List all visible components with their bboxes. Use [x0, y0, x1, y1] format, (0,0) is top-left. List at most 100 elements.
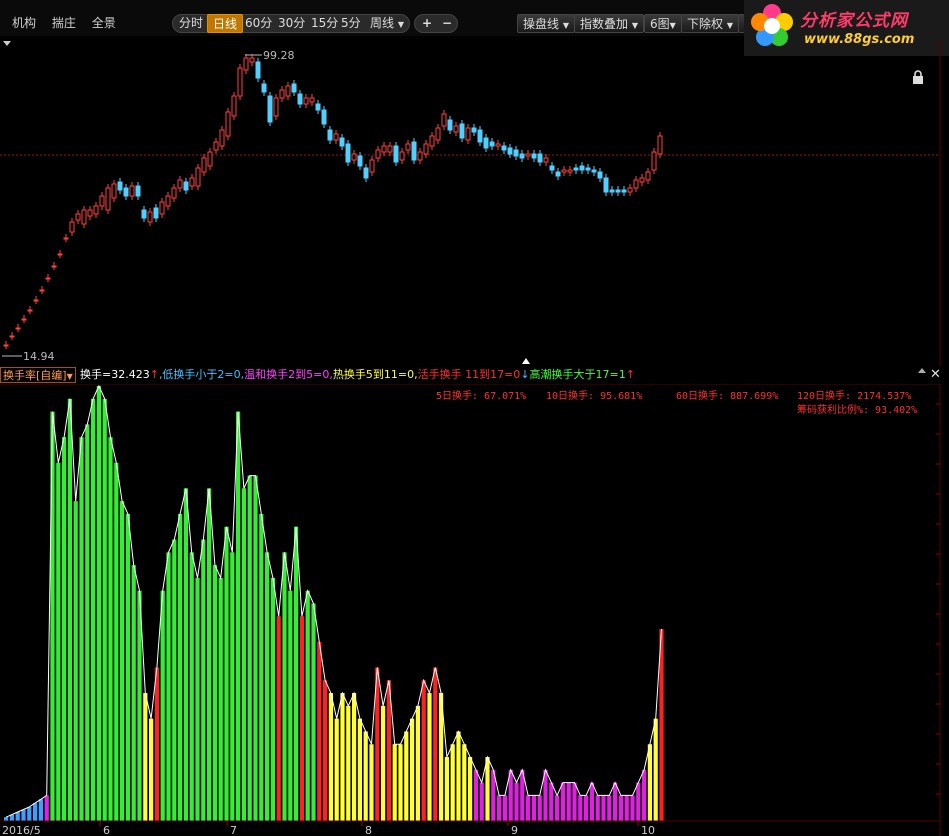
turnover-bar: [346, 705, 351, 821]
turnover-bar: [613, 782, 618, 821]
turnover-bar: [189, 552, 194, 821]
candle-body: [255, 61, 261, 79]
turnover-bar: [328, 693, 333, 821]
candle-body: [489, 141, 495, 147]
lock-icon[interactable]: [911, 70, 925, 84]
turnover-bar: [96, 386, 101, 821]
turnover-bar: [415, 705, 420, 821]
indicator-name-select[interactable]: 换手率[自编]▼: [0, 367, 76, 383]
turnover-bar: [154, 667, 159, 821]
candle-body: [627, 187, 633, 193]
turnover-bar: [473, 769, 478, 821]
turnover-bar: [79, 437, 84, 821]
turnover-bar: [108, 437, 113, 821]
candle-body: [9, 335, 15, 338]
turnover-value: 换手=32.423: [80, 368, 150, 381]
turnover-bar: [265, 552, 270, 821]
candle-body: [615, 189, 621, 193]
candle-body: [411, 141, 417, 161]
x-label-6: 6: [103, 824, 110, 836]
turnover-bar: [102, 398, 107, 821]
turnover-bar: [607, 795, 612, 821]
candle-body: [657, 135, 663, 155]
turnover-bar: [207, 488, 212, 821]
candle-body: [561, 169, 567, 173]
candle-body: [435, 127, 441, 141]
candle-body: [531, 153, 537, 159]
candle-body: [297, 93, 303, 105]
candle-body: [387, 145, 393, 153]
turnover-bar: [4, 817, 9, 821]
turnover-bar: [21, 809, 26, 821]
triangle-up-icon[interactable]: [918, 368, 926, 373]
turnover-bar: [311, 603, 316, 821]
turnover-bar: [236, 411, 241, 821]
candle-body: [477, 129, 483, 143]
candle-body: [567, 169, 573, 173]
candle-body: [345, 143, 351, 163]
turnover-bar: [305, 590, 310, 821]
candle-body: [33, 299, 39, 302]
candle-body: [69, 221, 75, 233]
turnover-bar: [241, 488, 246, 821]
candle-body: [633, 179, 639, 189]
turnover-bar: [340, 693, 345, 821]
candle-body: [219, 129, 225, 147]
candle-body: [423, 143, 429, 155]
turnover-bar: [589, 782, 594, 821]
turnover-bar: [27, 806, 32, 821]
close-icon[interactable]: ✕: [930, 367, 941, 383]
turnover-bar: [595, 795, 600, 821]
x-label-10: 10: [641, 824, 655, 836]
turnover-bar: [50, 411, 55, 821]
candle-body: [549, 165, 555, 171]
turnover-bar: [572, 782, 577, 821]
candle-body: [63, 237, 69, 240]
candle-body: [447, 119, 453, 131]
turnover-bar: [647, 744, 652, 821]
turnover-bar: [218, 577, 223, 821]
turnover-bar: [62, 437, 67, 821]
candle-body: [279, 89, 285, 99]
candle-body: [525, 153, 531, 157]
candle-body: [417, 151, 423, 161]
active-turnover-count: 活手换手 11到17=0: [417, 368, 521, 381]
turnover-bar: [288, 590, 293, 821]
turnover-bar: [555, 795, 560, 821]
candle-body: [261, 83, 267, 93]
turnover-bar: [178, 513, 183, 821]
candle-body: [213, 141, 219, 151]
indicator-values: 换手=32.423↑,低换手小于2=0,温和换手2到5=0,热换手5到11=0,…: [80, 367, 635, 383]
candle-body: [189, 177, 195, 187]
candle-body: [87, 209, 93, 217]
candle-body: [291, 83, 297, 93]
candle-body: [165, 195, 171, 207]
hot-turnover-count: 热换手5到11=0,: [332, 368, 418, 381]
arrow-down-icon: [522, 358, 530, 364]
turnover-bar: [381, 705, 386, 821]
turnover-bar: [195, 577, 200, 821]
candle-body: [363, 167, 369, 179]
turnover-bar: [33, 803, 38, 821]
candle-body: [75, 213, 81, 221]
low-price-label: 14.94: [23, 350, 55, 363]
candle-body: [327, 129, 333, 141]
turnover-bar: [398, 744, 403, 821]
turnover-bar: [502, 795, 507, 821]
turnover-bar: [44, 795, 49, 821]
turnover-bar: [410, 718, 415, 821]
candle-body: [159, 201, 165, 215]
turnover-bar: [584, 795, 589, 821]
candle-body: [351, 153, 357, 161]
candle-body: [153, 207, 159, 219]
y-grid-ticks: [936, 403, 940, 795]
candle-body: [147, 211, 153, 223]
turnover-bar: [259, 513, 264, 821]
candle-body: [573, 167, 579, 171]
turnover-bar: [392, 744, 397, 821]
candle-body: [543, 157, 549, 163]
candle-body: [459, 123, 465, 139]
arrow-up-icon: ↑: [149, 368, 159, 381]
candle-body: [465, 127, 471, 141]
candle-body: [123, 187, 129, 197]
